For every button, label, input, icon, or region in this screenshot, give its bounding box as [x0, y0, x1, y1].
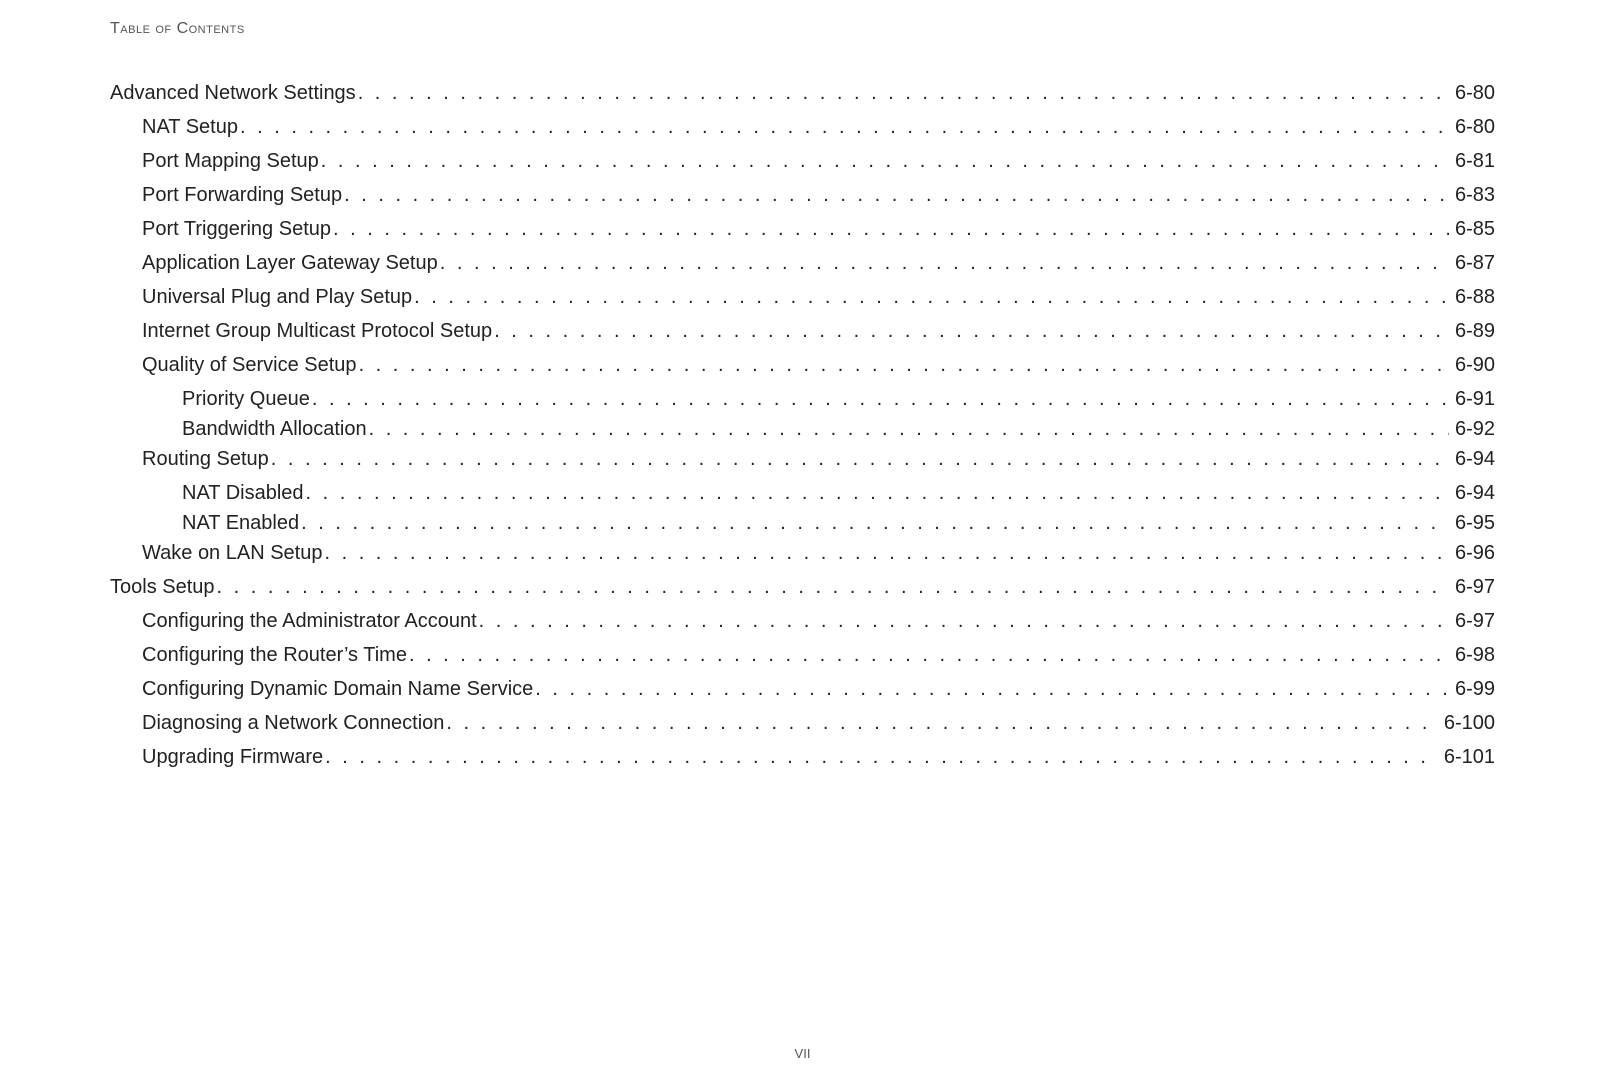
toc-entry[interactable]: Port Triggering Setup 6-85 — [110, 219, 1495, 239]
toc-leader-dots — [321, 151, 1449, 171]
toc-leader-dots — [240, 117, 1449, 137]
toc-entry-title: Configuring Dynamic Domain Name Service — [142, 679, 533, 699]
toc-leader-dots — [369, 419, 1449, 439]
toc-entry-page: 6-81 — [1451, 151, 1495, 171]
toc-leader-dots — [301, 513, 1449, 533]
toc-entry-page: 6-100 — [1440, 713, 1495, 733]
toc-leader-dots — [333, 219, 1449, 239]
toc-leader-dots — [217, 577, 1449, 597]
toc-entry-title: Advanced Network Settings — [110, 83, 356, 103]
toc-leader-dots — [446, 713, 1437, 733]
toc-entry[interactable]: Configuring Dynamic Domain Name Service 6… — [110, 679, 1495, 699]
toc-leader-dots — [359, 355, 1449, 375]
toc-entry-title: Priority Queue — [182, 389, 310, 409]
toc-leader-dots — [312, 389, 1449, 409]
toc-entry-title: Port Mapping Setup — [142, 151, 319, 171]
toc-entry[interactable]: Diagnosing a Network Connection 6-100 — [110, 713, 1495, 733]
toc-entry-page: 6-80 — [1451, 117, 1495, 137]
toc-entry-page: 6-99 — [1451, 679, 1495, 699]
toc-entry-page: 6-90 — [1451, 355, 1495, 375]
toc-leader-dots — [358, 83, 1449, 103]
toc-entry[interactable]: Priority Queue 6-91 — [110, 389, 1495, 409]
toc-leader-dots — [409, 645, 1449, 665]
toc-entry[interactable]: Application Layer Gateway Setup 6-87 — [110, 253, 1495, 273]
toc-entry-title: Port Triggering Setup — [142, 219, 331, 239]
toc-entry-title: Bandwidth Allocation — [182, 419, 367, 439]
toc-entry-title: Routing Setup — [142, 449, 269, 469]
toc-entry[interactable]: Port Mapping Setup 6-81 — [110, 151, 1495, 171]
toc-entry-title: Application Layer Gateway Setup — [142, 253, 438, 273]
toc-entry[interactable]: Routing Setup 6-94 — [110, 449, 1495, 469]
toc-entry-page: 6-91 — [1451, 389, 1495, 409]
toc-entry-page: 6-80 — [1451, 83, 1495, 103]
toc-entry[interactable]: Configuring the Router’s Time 6-98 — [110, 645, 1495, 665]
toc-entry-page: 6-97 — [1451, 611, 1495, 631]
toc-entry-title: Upgrading Firmware — [142, 747, 323, 767]
toc-entry-page: 6-94 — [1451, 449, 1495, 469]
toc-leader-dots — [414, 287, 1449, 307]
toc-entry-page: 6-92 — [1451, 419, 1495, 439]
toc-entry-page: 6-98 — [1451, 645, 1495, 665]
toc-entry[interactable]: Universal Plug and Play Setup 6-88 — [110, 287, 1495, 307]
toc-entry[interactable]: NAT Enabled 6-95 — [110, 513, 1495, 533]
page-header: Table of Contents — [110, 20, 1495, 38]
toc-leader-dots — [479, 611, 1449, 631]
toc-entry[interactable]: Upgrading Firmware 6-101 — [110, 747, 1495, 767]
toc-entry[interactable]: Port Forwarding Setup 6-83 — [110, 185, 1495, 205]
page-number-footer: VII — [0, 1046, 1605, 1061]
toc-entry-title: NAT Setup — [142, 117, 238, 137]
toc-leader-dots — [344, 185, 1449, 205]
toc-entry-page: 6-97 — [1451, 577, 1495, 597]
toc-entry-page: 6-88 — [1451, 287, 1495, 307]
toc-entry[interactable]: Advanced Network Settings 6-80 — [110, 83, 1495, 103]
toc-entry-page: 6-95 — [1451, 513, 1495, 533]
toc-entry-page: 6-89 — [1451, 321, 1495, 341]
toc-entry-title: Quality of Service Setup — [142, 355, 357, 375]
toc-entry-title: Port Forwarding Setup — [142, 185, 342, 205]
toc-entry[interactable]: Wake on LAN Setup 6-96 — [110, 543, 1495, 563]
toc-leader-dots — [325, 747, 1438, 767]
toc-leader-dots — [271, 449, 1449, 469]
toc-leader-dots — [440, 253, 1449, 273]
toc-entry-page: 6-96 — [1451, 543, 1495, 563]
toc-entry[interactable]: NAT Setup 6-80 — [110, 117, 1495, 137]
toc-entry-title: NAT Enabled — [182, 513, 299, 533]
toc-entry[interactable]: NAT Disabled 6-94 — [110, 483, 1495, 503]
toc-entry[interactable]: Configuring the Administrator Account 6-9… — [110, 611, 1495, 631]
toc-entry-page: 6-94 — [1451, 483, 1495, 503]
toc-entry-page: 6-85 — [1451, 219, 1495, 239]
toc-entry-title: NAT Disabled — [182, 483, 304, 503]
toc-entry-title: Tools Setup — [110, 577, 215, 597]
toc-entry[interactable]: Bandwidth Allocation 6-92 — [110, 419, 1495, 439]
toc-entry-page: 6-83 — [1451, 185, 1495, 205]
toc-entry-page: 6-101 — [1440, 747, 1495, 767]
toc-entry[interactable]: Internet Group Multicast Protocol Setup 6… — [110, 321, 1495, 341]
toc-entry[interactable]: Quality of Service Setup 6-90 — [110, 355, 1495, 375]
toc-entry-title: Universal Plug and Play Setup — [142, 287, 412, 307]
toc-leader-dots — [306, 483, 1449, 503]
toc-leader-dots — [494, 321, 1449, 341]
toc-entry-title: Wake on LAN Setup — [142, 543, 322, 563]
toc-entry-page: 6-87 — [1451, 253, 1495, 273]
toc-entry-title: Diagnosing a Network Connection — [142, 713, 444, 733]
toc-entry-title: Configuring the Administrator Account — [142, 611, 477, 631]
toc-entry[interactable]: Tools Setup 6-97 — [110, 577, 1495, 597]
table-of-contents: Advanced Network Settings 6-80 NAT Setup 6-… — [110, 83, 1495, 767]
toc-leader-dots — [535, 679, 1449, 699]
toc-entry-title: Internet Group Multicast Protocol Setup — [142, 321, 492, 341]
toc-entry-title: Configuring the Router’s Time — [142, 645, 407, 665]
toc-leader-dots — [324, 543, 1449, 563]
